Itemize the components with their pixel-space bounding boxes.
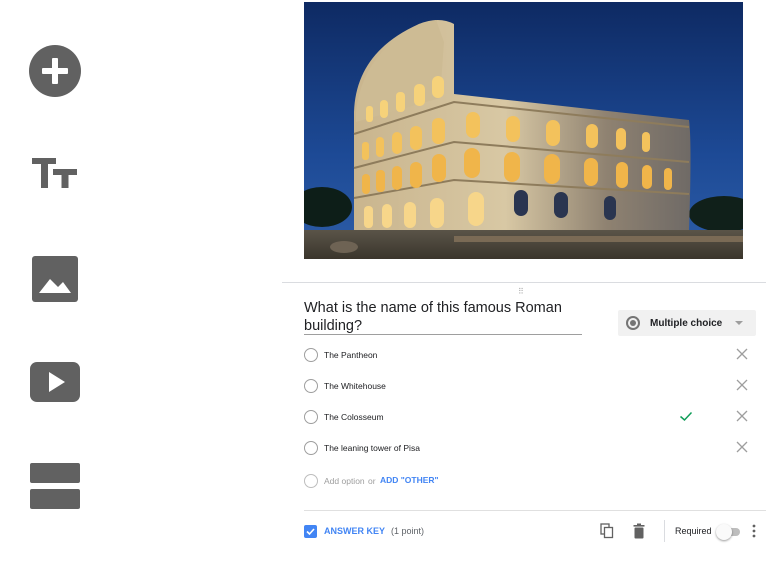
footer-separator	[664, 520, 665, 542]
option-label[interactable]: The leaning tower of Pisa	[324, 443, 420, 453]
option-label[interactable]: The Colosseum	[324, 412, 384, 422]
more-options-icon[interactable]	[750, 523, 758, 539]
section-icon	[30, 463, 80, 509]
add-option-row: Add option or ADD "OTHER"	[304, 471, 604, 491]
required-toggle[interactable]	[716, 524, 742, 540]
add-question-button[interactable]	[29, 45, 81, 97]
add-image-button[interactable]	[29, 253, 81, 305]
answer-key-checkbox-icon	[304, 524, 317, 538]
add-other-button[interactable]: ADD "OTHER"	[380, 475, 439, 485]
add-video-button[interactable]	[29, 356, 81, 408]
drag-handle-icon[interactable]: ⠿	[518, 287, 525, 296]
points-label: (1 point)	[391, 526, 425, 536]
delete-icon[interactable]	[632, 523, 646, 539]
option-row[interactable]: The leaning tower of Pisa	[304, 438, 754, 460]
question-image	[304, 2, 743, 259]
option-radio[interactable]	[304, 379, 318, 393]
title-text-icon	[32, 158, 77, 188]
question-title-input[interactable]: What is the name of this famous Roman bu…	[304, 299, 562, 335]
option-label[interactable]: The Whitehouse	[324, 381, 386, 391]
toggle-knob	[716, 524, 732, 540]
option-label[interactable]: The Pantheon	[324, 350, 377, 360]
add-title-button[interactable]	[29, 146, 81, 198]
remove-option-icon[interactable]	[734, 408, 750, 424]
question-type-dropdown[interactable]: Multiple choice	[618, 310, 756, 336]
add-option-button[interactable]: Add option	[324, 476, 365, 486]
answer-key-button[interactable]: ANSWER KEY (1 point)	[304, 523, 424, 539]
question-card: ⠿ What is the name of this famous Roman …	[282, 282, 766, 562]
add-option-radio	[304, 474, 318, 488]
remove-option-icon[interactable]	[734, 346, 750, 362]
add-section-button[interactable]	[29, 460, 81, 512]
required-label: Required	[675, 526, 712, 536]
card-divider	[282, 282, 766, 283]
remove-option-icon[interactable]	[734, 439, 750, 455]
option-radio[interactable]	[304, 441, 318, 455]
add-circle-icon	[29, 45, 81, 97]
question-toolbar	[0, 0, 112, 562]
question-title-underline	[304, 334, 582, 335]
option-radio[interactable]	[304, 410, 318, 424]
option-radio[interactable]	[304, 348, 318, 362]
duplicate-icon[interactable]	[600, 523, 614, 539]
answer-key-label: ANSWER KEY	[324, 526, 386, 536]
dropdown-arrow-icon	[735, 321, 743, 325]
image-icon	[32, 256, 78, 302]
video-icon	[30, 362, 80, 402]
correct-answer-check-icon	[680, 411, 693, 422]
option-row[interactable]: The Whitehouse	[304, 376, 754, 398]
radio-button-icon	[626, 316, 640, 330]
option-row[interactable]: The Pantheon	[304, 345, 754, 367]
remove-option-icon[interactable]	[734, 377, 750, 393]
footer-divider	[304, 510, 766, 511]
question-type-label: Multiple choice	[650, 317, 723, 329]
or-text: or	[368, 476, 376, 486]
option-row[interactable]: The Colosseum	[304, 407, 754, 429]
